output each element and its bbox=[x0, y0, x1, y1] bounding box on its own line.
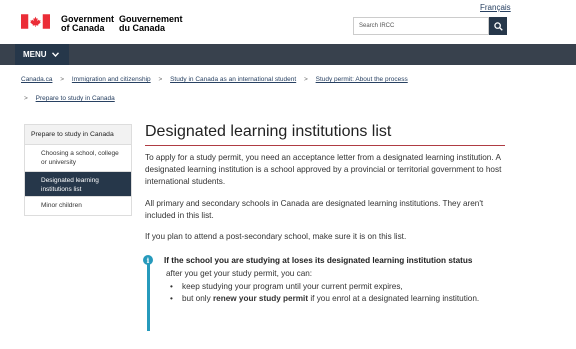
breadcrumb-separator: > bbox=[158, 76, 163, 83]
menu-button[interactable]: MENU bbox=[15, 44, 69, 65]
post-secondary-paragraph: If you plan to attend a post-secondary s… bbox=[145, 232, 407, 241]
breadcrumb-separator: > bbox=[304, 76, 308, 83]
breadcrumb-separator: > bbox=[24, 95, 28, 102]
canada-flag-icon bbox=[21, 14, 50, 29]
breadcrumb-row-2: > Prepare to study in Canada bbox=[24, 95, 115, 102]
sidebar-item-choosing-school[interactable]: Choosing a school, college or university bbox=[24, 145, 132, 172]
intro-paragraph: To apply for a study permit, you need an… bbox=[145, 153, 502, 186]
bullet-bold: renew your study permit bbox=[212, 294, 309, 303]
schools-paragraph: All primary and secondary schools in Can… bbox=[145, 199, 484, 220]
alert-border bbox=[147, 259, 150, 331]
menu-label: MENU bbox=[23, 50, 47, 59]
menu-bar bbox=[0, 44, 576, 65]
alert-lead-text: after you get your study permit, you can… bbox=[166, 269, 313, 278]
bullet-text: keep studying your program until your cu… bbox=[182, 282, 403, 291]
sidebar-heading[interactable]: Prepare to study in Canada bbox=[24, 124, 132, 145]
sidebar-item-dli-list[interactable]: Designated learning institutions list bbox=[24, 172, 132, 197]
title-underline bbox=[145, 145, 505, 146]
info-icon: i bbox=[143, 255, 153, 265]
chevron-down-icon bbox=[51, 52, 59, 57]
breadcrumb-immigration[interactable]: Immigration and citizenship bbox=[72, 76, 151, 83]
search-placeholder: Search IRCC bbox=[359, 23, 395, 29]
gov-canada-wordmark-fr[interactable]: Gouvernement du Canada bbox=[119, 15, 183, 33]
alert-title: If the school you are studying at loses … bbox=[164, 256, 473, 265]
search-input[interactable]: Search IRCC bbox=[353, 17, 489, 35]
list-item: but only renew your study permit if you … bbox=[170, 293, 508, 305]
search-button[interactable] bbox=[489, 17, 507, 35]
breadcrumb-study-in-canada[interactable]: Study in Canada as an international stud… bbox=[170, 76, 296, 83]
breadcrumb: Canada.ca > Immigration and citizenship … bbox=[21, 76, 408, 83]
wordmark-en-line2: of Canada bbox=[61, 23, 105, 33]
magnifier-icon bbox=[493, 21, 503, 31]
breadcrumb-study-permit[interactable]: Study permit: About the process bbox=[316, 76, 408, 83]
bullet-prefix: but only bbox=[182, 294, 213, 303]
alert-bullet-list: keep studying your program until your cu… bbox=[170, 281, 508, 305]
page-title: Designated learning institutions list bbox=[145, 123, 392, 140]
breadcrumb-prepare[interactable]: Prepare to study in Canada bbox=[36, 95, 115, 102]
breadcrumb-separator: > bbox=[60, 76, 65, 83]
section-sidebar: Prepare to study in Canada Choosing a sc… bbox=[24, 124, 132, 216]
bullet-suffix: if you enrol at a designated learning in… bbox=[308, 294, 480, 303]
wordmark-fr-line2: du Canada bbox=[119, 23, 166, 33]
list-item: keep studying your program until your cu… bbox=[170, 281, 508, 293]
breadcrumb-canada[interactable]: Canada.ca bbox=[21, 76, 52, 83]
language-toggle-link[interactable]: Français bbox=[480, 3, 511, 12]
sidebar-item-minor-children[interactable]: Minor children bbox=[24, 197, 132, 216]
gov-canada-wordmark-en[interactable]: Government of Canada bbox=[61, 15, 114, 33]
